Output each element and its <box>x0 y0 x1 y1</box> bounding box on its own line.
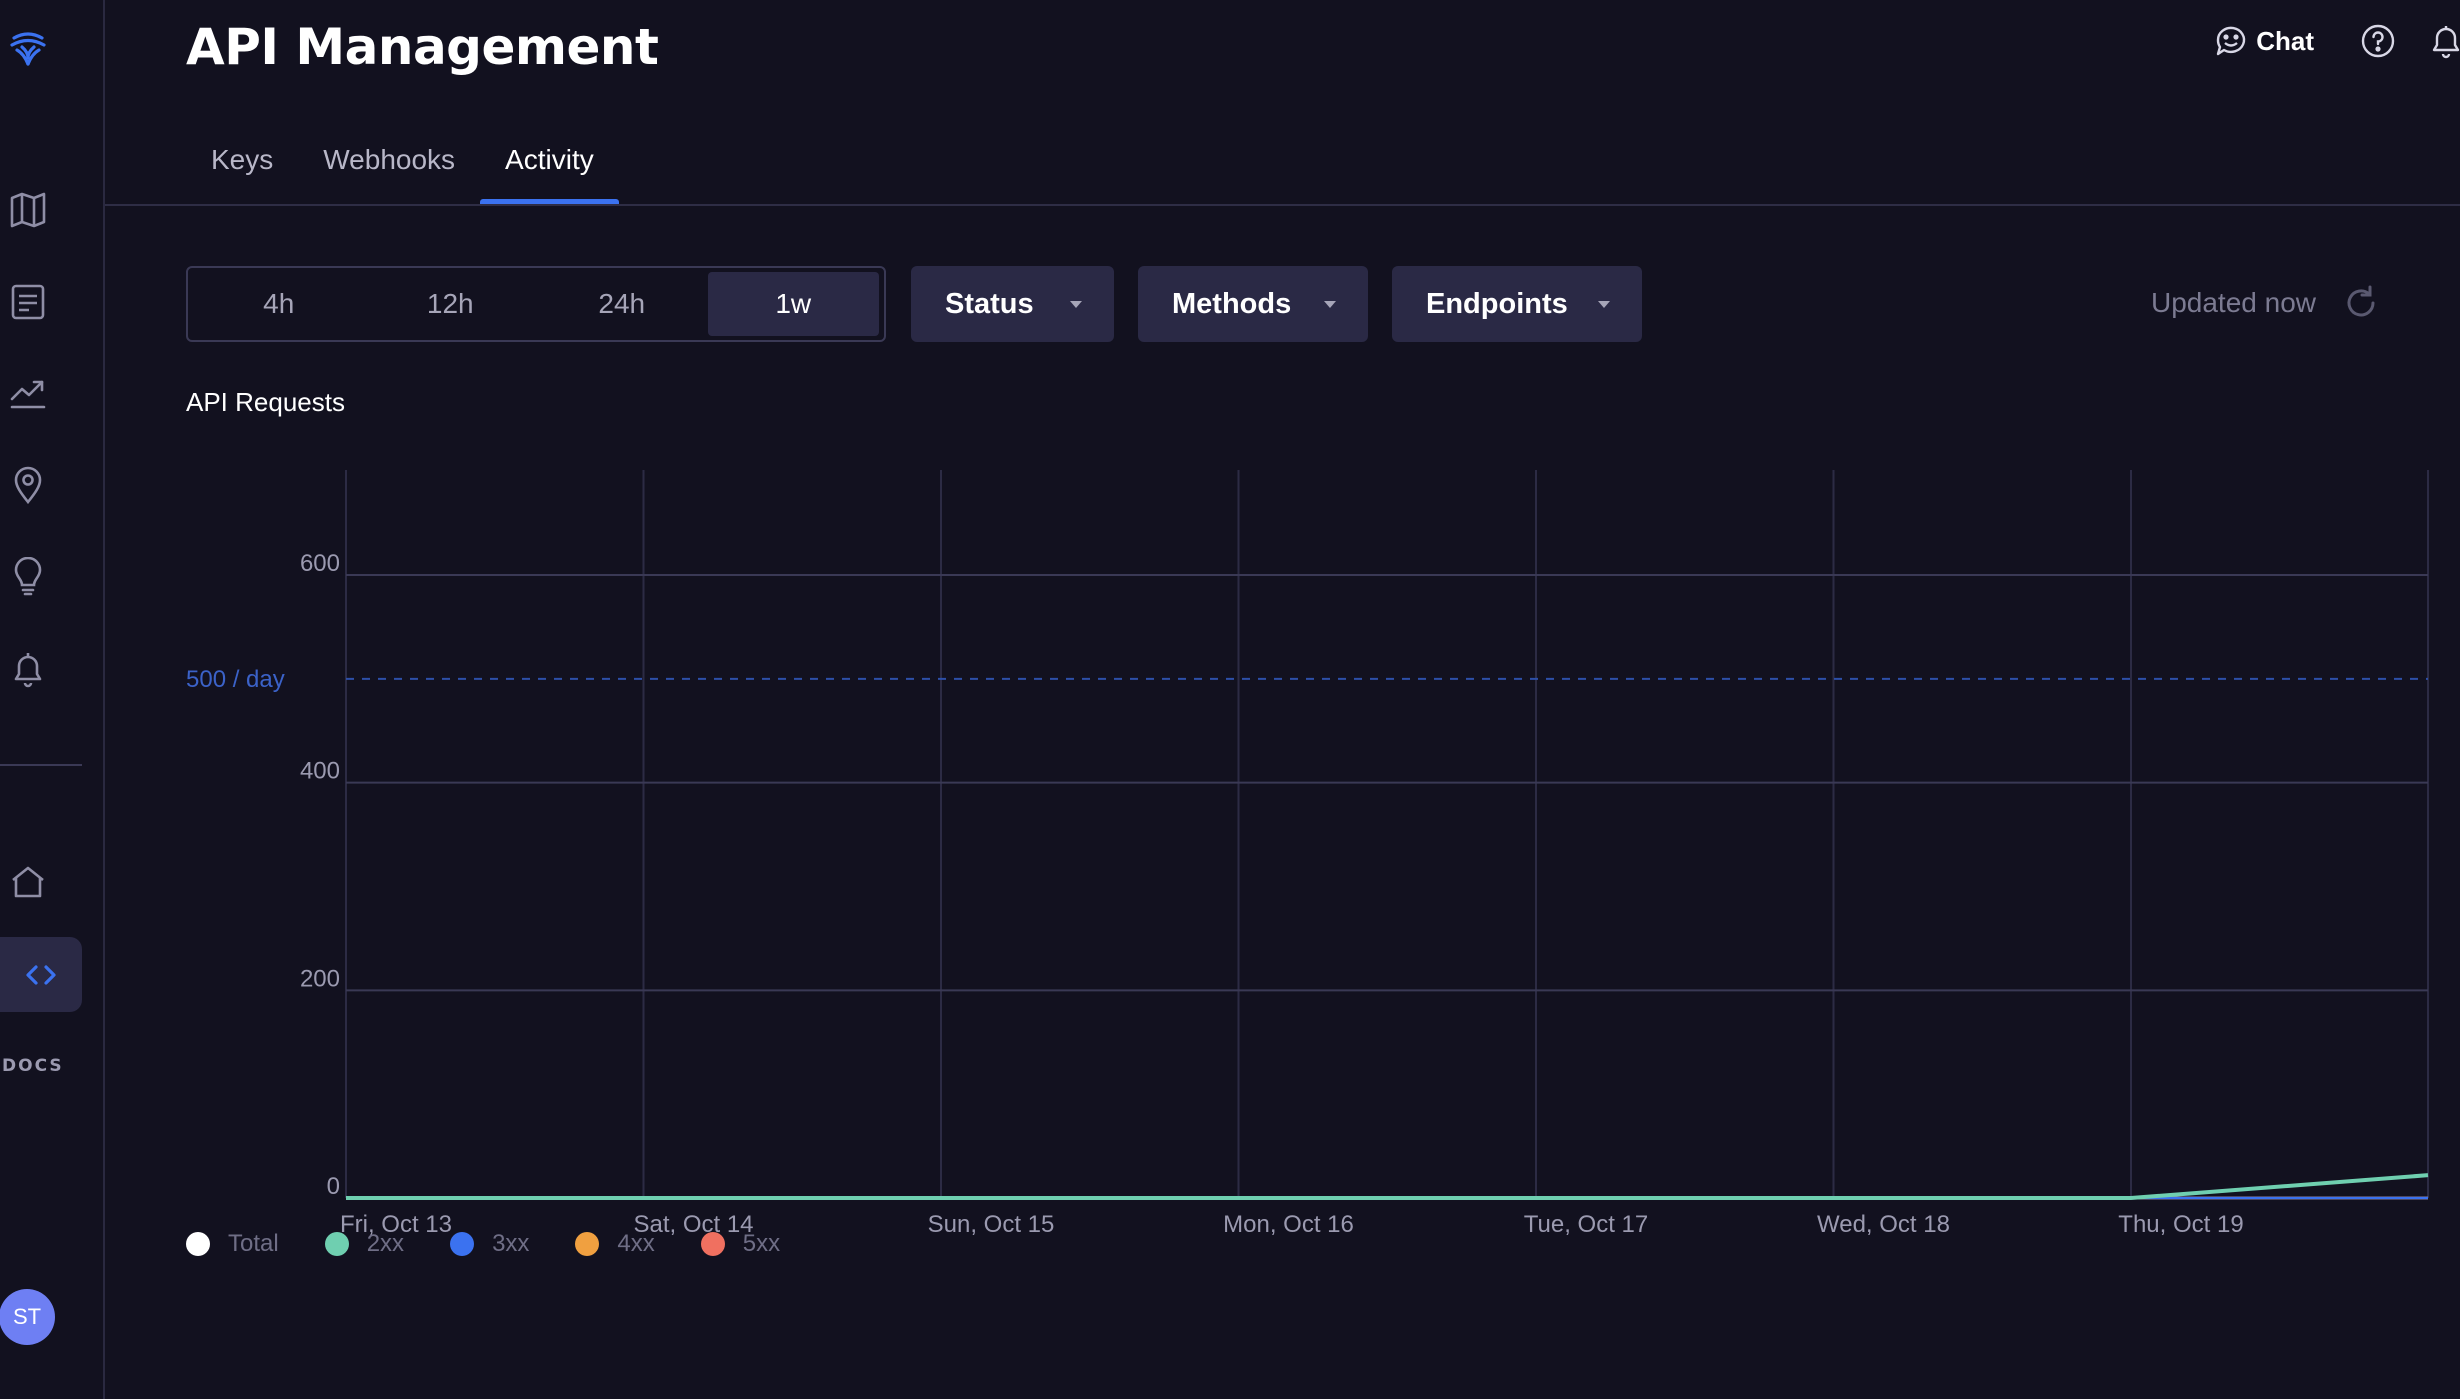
api-requests-chart: 0200400600500 / dayFri, Oct 13 Sat, Oct 1… <box>186 470 2429 1238</box>
series-line-2xx <box>346 1173 2429 1200</box>
legend-label: 5xx <box>742 1230 781 1257</box>
legend-dot <box>186 1232 210 1256</box>
legend-dot <box>700 1232 725 1256</box>
legend-item-4xx[interactable]: 4xx <box>575 1230 655 1258</box>
y-tick-label: 400 <box>300 758 340 785</box>
legend-label: 3xx <box>492 1230 530 1257</box>
x-tick-label: Thu, Oct 19 <box>2118 1211 2243 1238</box>
legend-label: Total <box>228 1230 279 1257</box>
legend-item-2xx[interactable]: 2xx <box>324 1230 405 1258</box>
x-tick-label: Tue, Oct 17 <box>1524 1211 1649 1238</box>
y-tick-label: 0 <box>327 1173 340 1200</box>
reference-line-label: 500 / day <box>186 666 285 693</box>
legend-dot <box>450 1232 475 1256</box>
y-tick-label: 200 <box>300 965 340 992</box>
chart-legend: Total 2xx 3xx 4xx 5xx <box>186 1230 826 1258</box>
x-tick-label: Wed, Oct 18 <box>1817 1211 1950 1238</box>
legend-item-total[interactable]: Total <box>186 1230 279 1258</box>
legend-item-3xx[interactable]: 3xx <box>450 1230 529 1258</box>
legend-dot <box>324 1232 349 1256</box>
x-tick-label: Sun, Oct 15 <box>928 1211 1055 1238</box>
legend-label: 4xx <box>617 1230 655 1257</box>
legend-label: 2xx <box>366 1230 405 1257</box>
legend-dot <box>575 1232 600 1256</box>
x-tick-label: Mon, Oct 16 <box>1223 1211 1354 1238</box>
legend-item-5xx[interactable]: 5xx <box>700 1230 781 1258</box>
y-tick-label: 600 <box>300 550 340 577</box>
